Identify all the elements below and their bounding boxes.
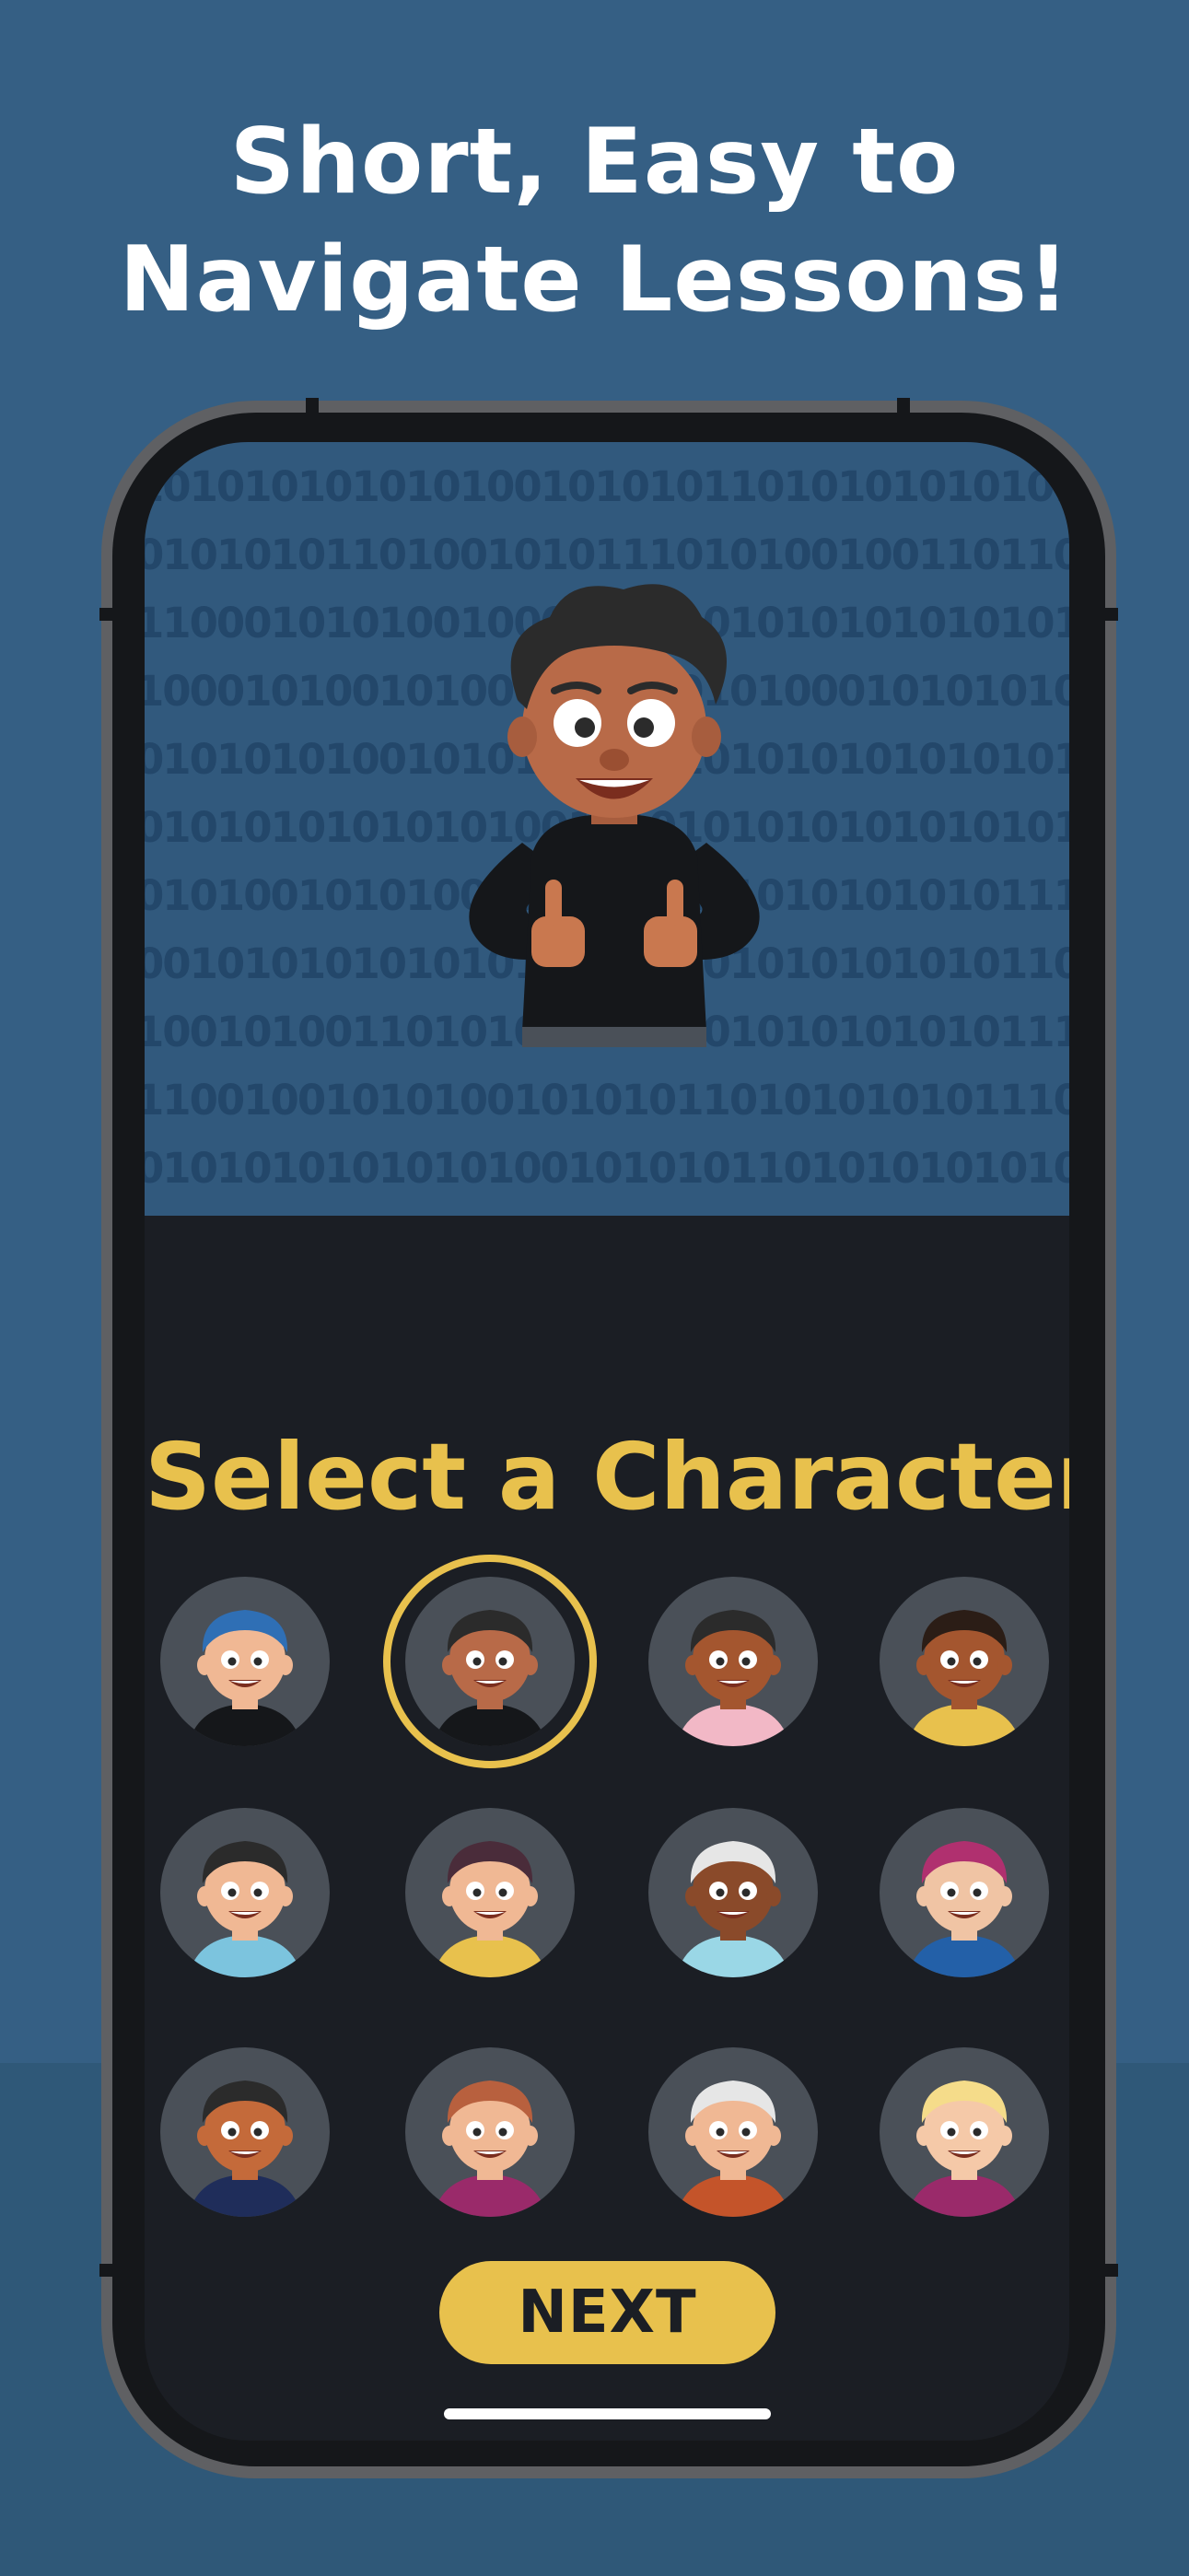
avatar-icon [188,1610,302,1746]
phone-side-notch [306,398,319,414]
headline: Short, Easy to Navigate Lessons! [0,103,1189,339]
next-button[interactable]: NEXT [439,2261,775,2364]
avatar-icon [676,1841,790,1977]
avatar-icon [433,2081,547,2217]
avatar-icon [433,1610,547,1746]
character-mohawk-man[interactable] [160,1577,330,1746]
phone-side-notch [897,398,910,414]
character-grandpa[interactable] [648,2047,818,2217]
avatar-icon [907,1610,1021,1746]
headline-line-2: Navigate Lessons! [119,227,1070,332]
character-ginger-boy[interactable] [405,2047,575,2217]
character-grid [145,442,1069,2441]
avatar-icon [676,1610,790,1746]
avatar-icon [907,2081,1021,2217]
phone-side-notch [99,608,114,621]
character-curly-boy[interactable] [405,1577,575,1746]
avatar-icon [676,2081,790,2217]
character-dark-hair-woman[interactable] [648,1577,818,1746]
character-bob-hair-girl[interactable] [405,1808,575,1977]
character-bearded-man[interactable] [160,1808,330,1977]
character-young-boy[interactable] [880,1577,1049,1746]
phone-side-notch [1103,2264,1118,2277]
avatar-icon [907,1841,1021,1977]
avatar-icon [188,2081,302,2217]
phone-screen: 10101010101010010101011010101010101 01010… [145,442,1069,2441]
headline-line-1: Short, Easy to [229,110,960,215]
phone-side-notch [1103,608,1118,621]
character-blonde-woman[interactable] [880,2047,1049,2217]
avatar-icon [188,1841,302,1977]
phone-side-notch [99,2264,114,2277]
character-dark-shirt-man[interactable] [160,2047,330,2217]
character-hijab-woman[interactable] [880,1808,1049,1977]
character-grandma[interactable] [648,1808,818,1977]
home-indicator[interactable] [444,2408,771,2419]
avatar-icon [433,1841,547,1977]
